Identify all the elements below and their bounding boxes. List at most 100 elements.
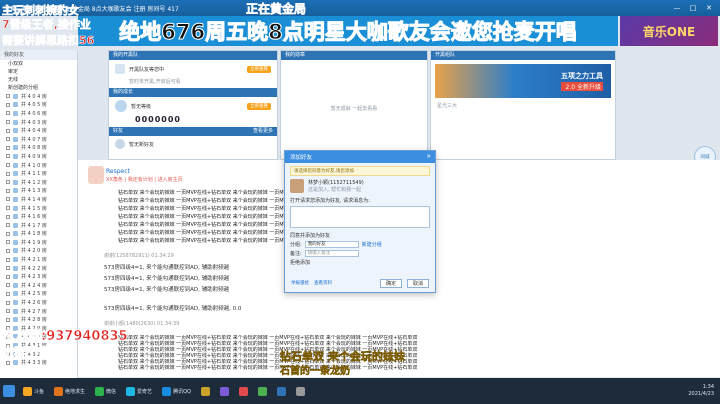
sidebar-room-row[interactable]: 并 4 0 8 房 (0, 144, 77, 153)
checkbox[interactable] (6, 257, 10, 262)
team-row: 开黑队友等您中 立即查看 (109, 60, 277, 78)
sidebar-room-row[interactable]: 并 4 2 5 房 (0, 290, 77, 299)
sidebar-room-row[interactable]: 并 4 1 6 房 (0, 212, 77, 221)
checkbox[interactable] (6, 111, 10, 116)
profile-link[interactable]: 查看资料 (314, 280, 332, 286)
checkbox[interactable] (6, 171, 10, 176)
sidebar-room-row[interactable]: 并 4 2 8 房 (0, 315, 77, 324)
checkbox[interactable] (6, 240, 10, 245)
checkbox[interactable] (6, 206, 10, 211)
checkbox[interactable] (6, 197, 10, 202)
checkbox[interactable] (6, 231, 10, 236)
taskbar-app[interactable]: 绝地求生 (51, 386, 88, 396)
sidebar-room-row[interactable]: 并 4 1 7 房 (0, 221, 77, 230)
taskbar-app[interactable]: 爱奇艺 (123, 386, 155, 396)
remark-input[interactable]: 请输入备注 (304, 250, 359, 257)
checkbox[interactable] (6, 300, 10, 305)
sidebar-room-row[interactable]: 并 4 1 2 房 (0, 178, 77, 187)
sidebar-room-row[interactable]: 并 4 2 3 房 (0, 272, 77, 281)
checkbox[interactable] (6, 309, 10, 314)
checkbox[interactable] (6, 317, 10, 322)
taskbar-app[interactable] (236, 386, 251, 396)
checkbox[interactable] (6, 120, 10, 125)
taskbar-app[interactable] (217, 386, 232, 396)
sidebar-room-row[interactable]: 并 4 2 6 房 (0, 298, 77, 307)
sidebar-room-row[interactable]: 并 4 0 9 房 (0, 152, 77, 161)
chat-username[interactable]: Respect (106, 168, 130, 175)
sidebar-room-row[interactable]: 并 4 2 2 房 (0, 264, 77, 273)
room-icon (13, 179, 18, 185)
taskbar-app[interactable] (293, 386, 308, 396)
checkbox[interactable] (6, 214, 10, 219)
room-label: 并 4 1 9 房 (21, 239, 47, 246)
checkbox[interactable] (6, 137, 10, 142)
checkbox[interactable] (6, 283, 10, 288)
checkbox[interactable] (6, 163, 10, 168)
sidebar-room-row[interactable]: 并 4 0 4 房 (0, 92, 77, 101)
sidebar-room-row[interactable]: 并 4 0 4 房 (0, 126, 77, 135)
sidebar-room-row[interactable]: 并 4 0 5 房 (0, 101, 77, 110)
sidebar-room-row[interactable]: 并 4 1 9 房 (0, 238, 77, 247)
sidebar-group[interactable]: 审定 (0, 68, 77, 76)
sidebar-group[interactable]: 小双双 (0, 60, 77, 68)
sidebar-room-row[interactable]: 并 4 2 7 房 (0, 307, 77, 316)
sidebar-room-row[interactable]: 并 4 1 1 房 (0, 169, 77, 178)
sidebar-room-row[interactable]: 并 4 1 5 房 (0, 204, 77, 213)
sidebar-room-row[interactable]: 并 4 2 4 房 (0, 281, 77, 290)
checkbox[interactable] (6, 266, 10, 271)
checkbox[interactable] (6, 145, 10, 150)
room-icon (13, 265, 18, 271)
sidebar-room-row[interactable]: 并 4 1 0 房 (0, 161, 77, 170)
reject-radio[interactable]: 拒绝添加 (290, 259, 430, 266)
sidebar-room-row[interactable]: 并 4 1 4 房 (0, 195, 77, 204)
checkbox[interactable] (6, 223, 10, 228)
report-link[interactable]: 举报骚扰 (291, 280, 309, 286)
room-label: 并 4 3 3 房 (21, 360, 47, 367)
checkbox[interactable] (6, 360, 10, 365)
view-growth-button[interactable]: 立即查看 (247, 102, 271, 110)
game-promo-banner[interactable]: 五项之力工具 2.0 全新升级 (435, 64, 611, 98)
sidebar-room-row[interactable]: 并 4 2 1 房 (0, 255, 77, 264)
sidebar-room-row[interactable]: 并 4 1 3 房 (0, 187, 77, 196)
add-friend-dialog: 添加好友 ✕ 请选择您同意为好友,请您添加 林梦小颖(1152711549) 这… (284, 150, 436, 293)
maximize-button[interactable]: □ (688, 3, 698, 13)
sidebar-room-row[interactable]: 并 4 0 6 房 (0, 109, 77, 118)
sidebar-room-row[interactable]: 并 4 0 3 房 (0, 118, 77, 127)
sidebar-room-row[interactable]: 并 4 0 7 房 (0, 135, 77, 144)
sidebar-group[interactable]: 无线 (0, 76, 77, 84)
sidebar-room-row[interactable]: 并 4 2 0 房 (0, 247, 77, 256)
taskbar-app[interactable]: 腾讯QQ (159, 386, 194, 396)
checkbox[interactable] (6, 248, 10, 253)
group-select[interactable]: 我的好友 (304, 241, 359, 248)
accept-add-radio[interactable]: 同意并添加为好友 (290, 232, 430, 239)
taskbar-app[interactable]: 斗鱼 (20, 386, 47, 396)
checkbox[interactable] (6, 154, 10, 159)
room-icon (13, 248, 18, 254)
checkbox[interactable] (6, 102, 10, 107)
dialog-close-icon[interactable]: ✕ (426, 154, 435, 160)
room-icon (13, 308, 18, 314)
cancel-button[interactable]: 取消 (407, 279, 429, 288)
request-message-box[interactable] (290, 206, 430, 228)
checkbox[interactable] (6, 180, 10, 185)
checkbox[interactable] (6, 94, 10, 99)
start-icon[interactable] (3, 385, 15, 397)
confirm-button[interactable]: 确定 (380, 279, 402, 288)
checkbox[interactable] (6, 188, 10, 193)
close-button[interactable]: ✕ (704, 3, 714, 13)
new-group-link[interactable]: 新建分组 (362, 241, 382, 248)
taskbar-app[interactable] (198, 386, 213, 396)
view-team-button[interactable]: 立即查看 (247, 65, 271, 73)
taskbar-app[interactable] (274, 386, 289, 396)
taskbar-app[interactable] (255, 386, 270, 396)
checkbox[interactable] (6, 291, 10, 296)
remark-field: 备注: 请输入备注 (290, 250, 430, 257)
checkbox[interactable] (6, 128, 10, 133)
app-icon (95, 386, 105, 396)
view-more-link[interactable]: 查看更多 (253, 127, 277, 136)
taskbar-app[interactable]: 微信 (92, 386, 119, 396)
sidebar-room-row[interactable]: 并 4 1 8 房 (0, 230, 77, 239)
minimize-button[interactable]: — (672, 3, 682, 13)
checkbox[interactable] (6, 274, 10, 279)
sidebar-group[interactable]: 新创建的分组 (0, 84, 77, 92)
